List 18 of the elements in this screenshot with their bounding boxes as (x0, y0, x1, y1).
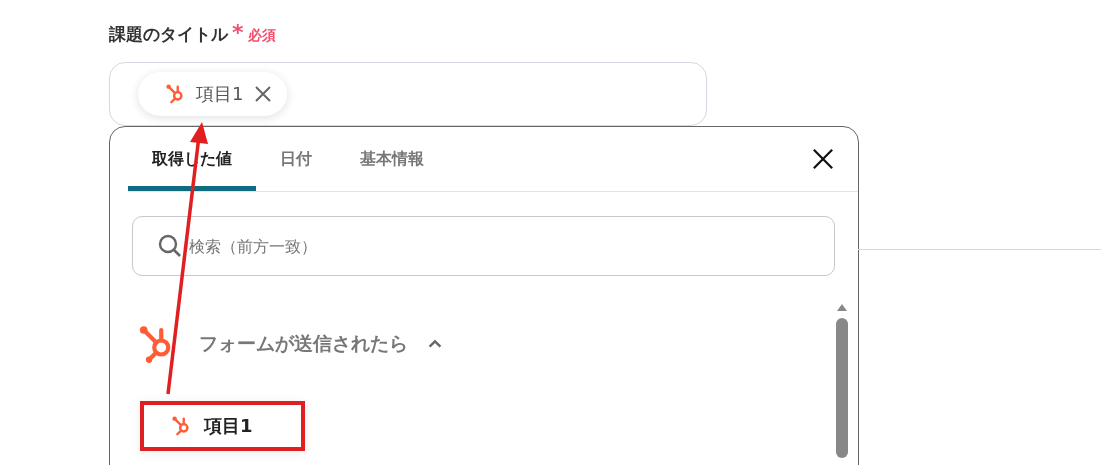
required-mark: * (232, 20, 244, 45)
group-title[interactable]: フォームが送信されたら (199, 331, 408, 357)
tab[interactable]: 日付 (256, 127, 336, 191)
search-icon (158, 234, 182, 258)
sprocket-icon (164, 83, 186, 105)
item-label: 項目1 (204, 414, 253, 438)
search-field[interactable]: 検索（前方一致） (132, 216, 835, 276)
close-icon[interactable] (812, 148, 834, 170)
input-field[interactable]: 項目1 (109, 62, 707, 126)
value-item[interactable]: 項目1 (140, 401, 305, 451)
field-label: 課題のタイトル (109, 23, 228, 46)
sprocket-icon (170, 415, 192, 437)
required-text: 必須 (247, 27, 276, 45)
chip-label: 項目1 (196, 82, 244, 106)
scrollbar[interactable] (834, 302, 850, 458)
scroll-up-icon[interactable] (836, 302, 848, 312)
tab[interactable]: 基本情報 (336, 127, 448, 191)
remove-icon[interactable] (253, 84, 274, 104)
